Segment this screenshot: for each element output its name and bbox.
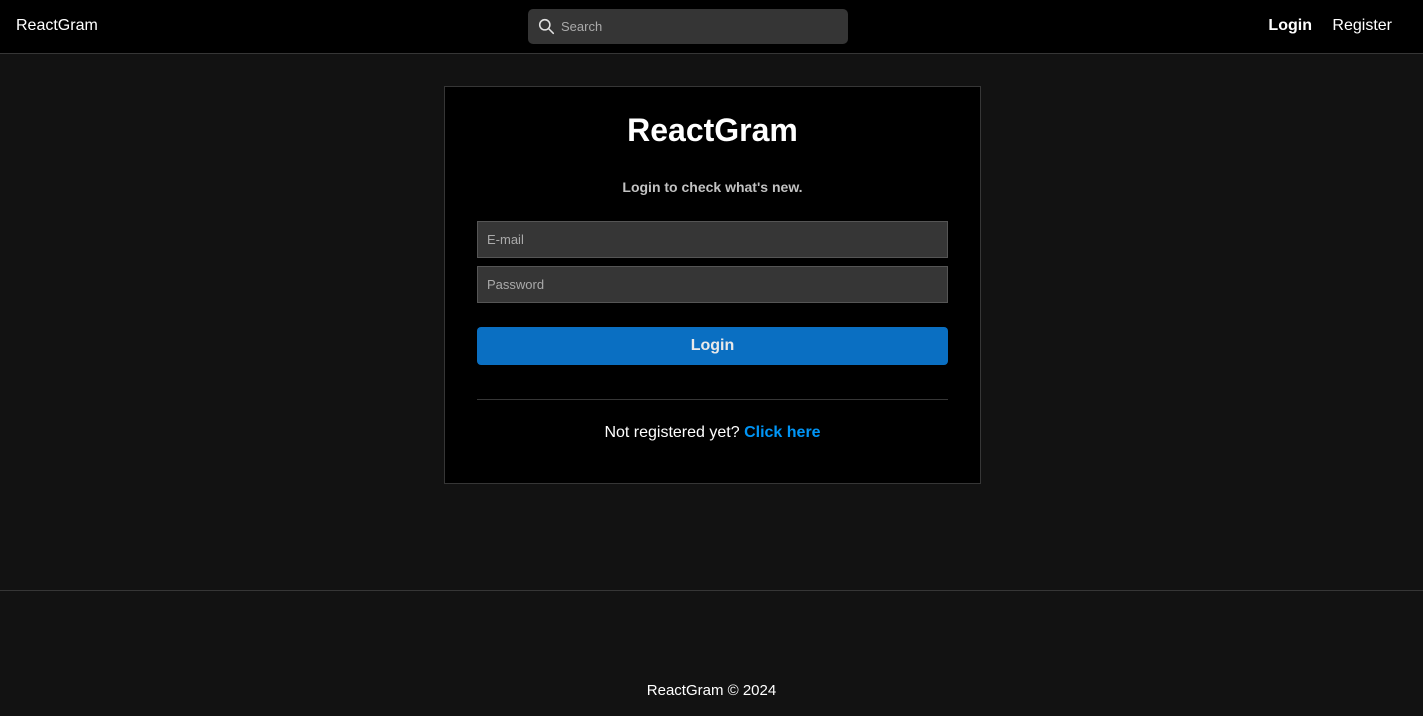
nav-links: Login Register (1252, 17, 1392, 35)
brand-logo-link[interactable]: ReactGram (16, 17, 98, 35)
login-button[interactable]: Login (477, 327, 948, 365)
nav-register-link[interactable]: Register (1332, 17, 1392, 34)
register-prompt: Not registered yet? Click here (445, 424, 980, 442)
password-field[interactable] (477, 266, 948, 303)
search-icon (538, 18, 555, 35)
login-subtitle: Login to check what's new. (622, 179, 803, 195)
search-box[interactable] (528, 9, 848, 44)
login-card: ReactGram Login to check what's new. Log… (444, 86, 981, 484)
footer-copyright: ReactGram © 2024 (646, 682, 777, 699)
search-input[interactable] (561, 9, 841, 44)
login-title: ReactGram (627, 112, 798, 148)
top-navbar: ReactGram Login Register (0, 0, 1423, 54)
card-divider (477, 399, 948, 400)
register-prompt-text: Not registered yet? (604, 424, 740, 441)
email-field[interactable] (477, 221, 948, 258)
register-link[interactable]: Click here (744, 424, 820, 441)
nav-login-link[interactable]: Login (1268, 17, 1312, 34)
footer-divider (0, 590, 1423, 591)
